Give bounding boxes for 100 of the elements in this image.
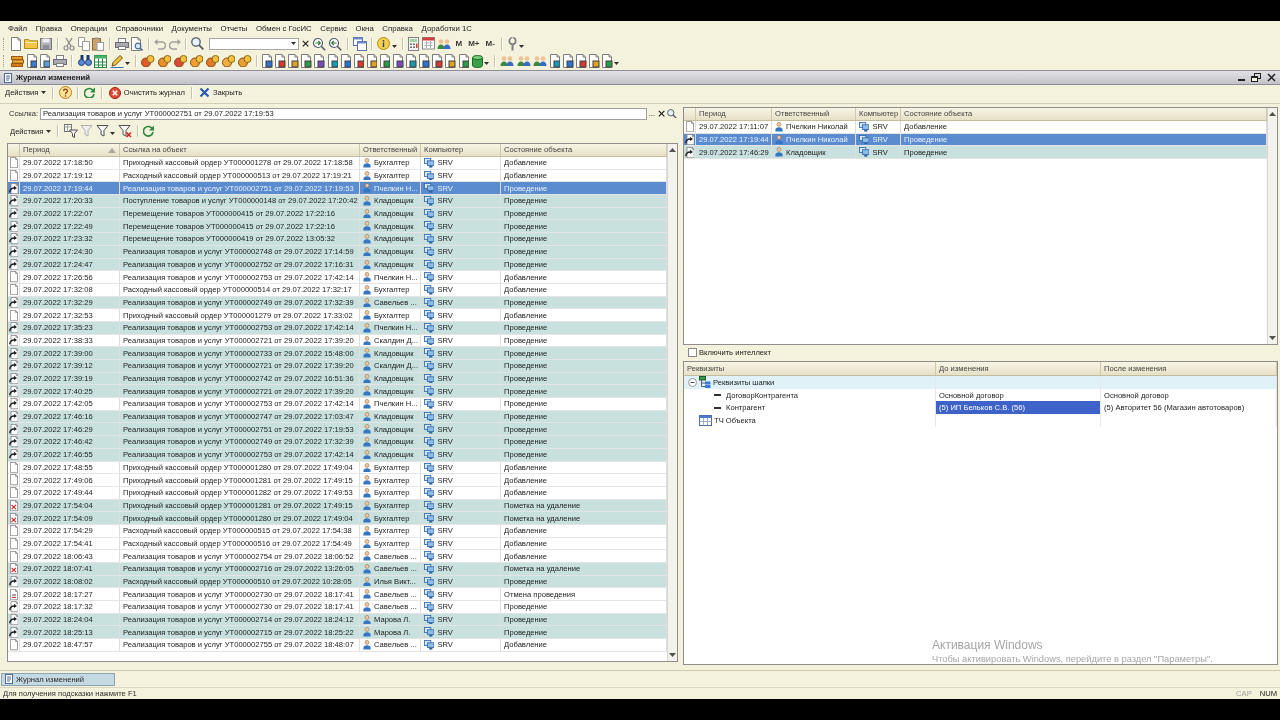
books-icon[interactable] xyxy=(11,55,25,67)
find-previous-icon[interactable] xyxy=(328,36,343,51)
people-icon[interactable] xyxy=(437,38,452,49)
filter-clear-icon[interactable] xyxy=(118,124,133,138)
dropdown-icon[interactable] xyxy=(290,42,296,45)
scrollbar[interactable] xyxy=(1267,108,1277,344)
document-icon[interactable] xyxy=(602,54,613,68)
clear-icon[interactable] xyxy=(301,39,309,48)
document-icon[interactable] xyxy=(550,54,561,68)
close-icon[interactable] xyxy=(1267,73,1276,82)
document-icon[interactable] xyxy=(563,54,574,68)
document-icon[interactable] xyxy=(26,54,38,68)
document-icon[interactable] xyxy=(11,36,22,51)
document-icon[interactable] xyxy=(275,54,286,68)
pencil-icon[interactable] xyxy=(109,54,124,68)
document-icon[interactable] xyxy=(340,54,352,68)
document-icon[interactable] xyxy=(379,54,391,68)
binoculars-icon[interactable] xyxy=(77,55,92,67)
printer-icon[interactable] xyxy=(114,37,129,50)
coins-icon[interactable] xyxy=(238,54,252,68)
computer-icon xyxy=(424,564,435,574)
coins-icon[interactable] xyxy=(173,54,188,68)
caret-icon[interactable] xyxy=(614,62,620,65)
person-icon xyxy=(363,411,371,422)
person-icon xyxy=(363,196,371,206)
computer-icon xyxy=(424,335,435,346)
search-icon[interactable] xyxy=(667,108,677,119)
overlapping-windows-icon[interactable] xyxy=(352,36,367,51)
document-icon[interactable] xyxy=(406,54,417,68)
document-icon[interactable] xyxy=(301,54,312,68)
scroll-up-icon[interactable] xyxy=(669,148,676,152)
document-icon[interactable] xyxy=(366,54,378,68)
people-icon[interactable] xyxy=(516,56,531,66)
info-icon[interactable] xyxy=(377,37,391,50)
caret-icon[interactable] xyxy=(391,44,397,48)
person-icon xyxy=(363,284,371,295)
document-icon[interactable] xyxy=(262,54,273,68)
caret-icon[interactable] xyxy=(110,132,116,135)
help-icon[interactable] xyxy=(59,86,73,99)
coins-icon[interactable] xyxy=(221,54,236,68)
calculator-icon[interactable] xyxy=(408,36,419,51)
checkbox[interactable] xyxy=(688,347,697,357)
people-icon[interactable] xyxy=(533,56,548,66)
caret-icon[interactable] xyxy=(125,62,131,65)
collapse-icon[interactable] xyxy=(688,377,697,387)
database-icon[interactable] xyxy=(471,54,483,68)
find-next-icon[interactable] xyxy=(311,36,326,51)
close-icon xyxy=(198,87,210,98)
people-icon[interactable] xyxy=(500,56,515,66)
memory-button[interactable]: M- xyxy=(482,37,498,50)
scroll-down-icon[interactable] xyxy=(1269,336,1276,340)
document-icon[interactable] xyxy=(40,54,51,68)
search-icon[interactable] xyxy=(191,37,205,50)
document-icon[interactable] xyxy=(288,54,299,68)
document-icon[interactable] xyxy=(327,54,339,68)
clipboard-icon[interactable] xyxy=(92,36,105,51)
document-icon[interactable] xyxy=(353,54,365,68)
table-icon[interactable] xyxy=(94,54,108,68)
memory-button[interactable]: M+ xyxy=(465,37,483,50)
document-icon[interactable] xyxy=(576,54,587,68)
coins-icon[interactable] xyxy=(157,54,172,68)
calendar-icon[interactable] xyxy=(421,37,435,50)
computer-icon xyxy=(424,272,435,282)
person-icon xyxy=(363,449,371,460)
refresh-icon[interactable] xyxy=(84,86,96,99)
document-icon[interactable] xyxy=(419,54,430,68)
memory-button[interactable]: M xyxy=(452,37,466,50)
scroll-down-icon[interactable] xyxy=(669,653,676,657)
computer-icon xyxy=(424,576,435,587)
coins-icon[interactable] xyxy=(205,54,220,68)
document-icon[interactable] xyxy=(432,54,443,68)
restore-icon[interactable] xyxy=(1251,73,1261,82)
person-icon xyxy=(363,589,371,599)
person-icon xyxy=(363,576,371,587)
document-icon[interactable] xyxy=(589,54,600,68)
pin-icon[interactable] xyxy=(507,36,519,51)
search-field[interactable] xyxy=(208,37,299,50)
computer-icon xyxy=(424,310,435,320)
coins-icon[interactable] xyxy=(189,54,204,68)
caret-icon[interactable] xyxy=(483,62,489,65)
document-icon[interactable] xyxy=(314,54,325,68)
document-icon[interactable] xyxy=(458,54,469,68)
print-preview-icon[interactable] xyxy=(131,36,144,51)
person-icon xyxy=(775,134,783,145)
filter-icon[interactable] xyxy=(95,125,109,137)
coins-icon[interactable] xyxy=(141,54,155,68)
computer-icon xyxy=(424,221,435,232)
refresh-icon[interactable] xyxy=(142,125,155,137)
printer-icon[interactable] xyxy=(53,55,68,67)
computer-icon xyxy=(424,449,435,460)
scroll-up-icon[interactable] xyxy=(1269,112,1276,116)
caret-icon[interactable] xyxy=(519,44,525,48)
computer-icon xyxy=(424,196,435,206)
filter-icon[interactable] xyxy=(63,124,78,138)
document-icon[interactable] xyxy=(445,54,456,68)
document-icon[interactable] xyxy=(393,54,404,68)
clear-icon[interactable] xyxy=(658,109,666,118)
scrollbar[interactable] xyxy=(667,144,677,661)
person-icon xyxy=(363,272,371,282)
folder-icon[interactable] xyxy=(23,38,38,49)
